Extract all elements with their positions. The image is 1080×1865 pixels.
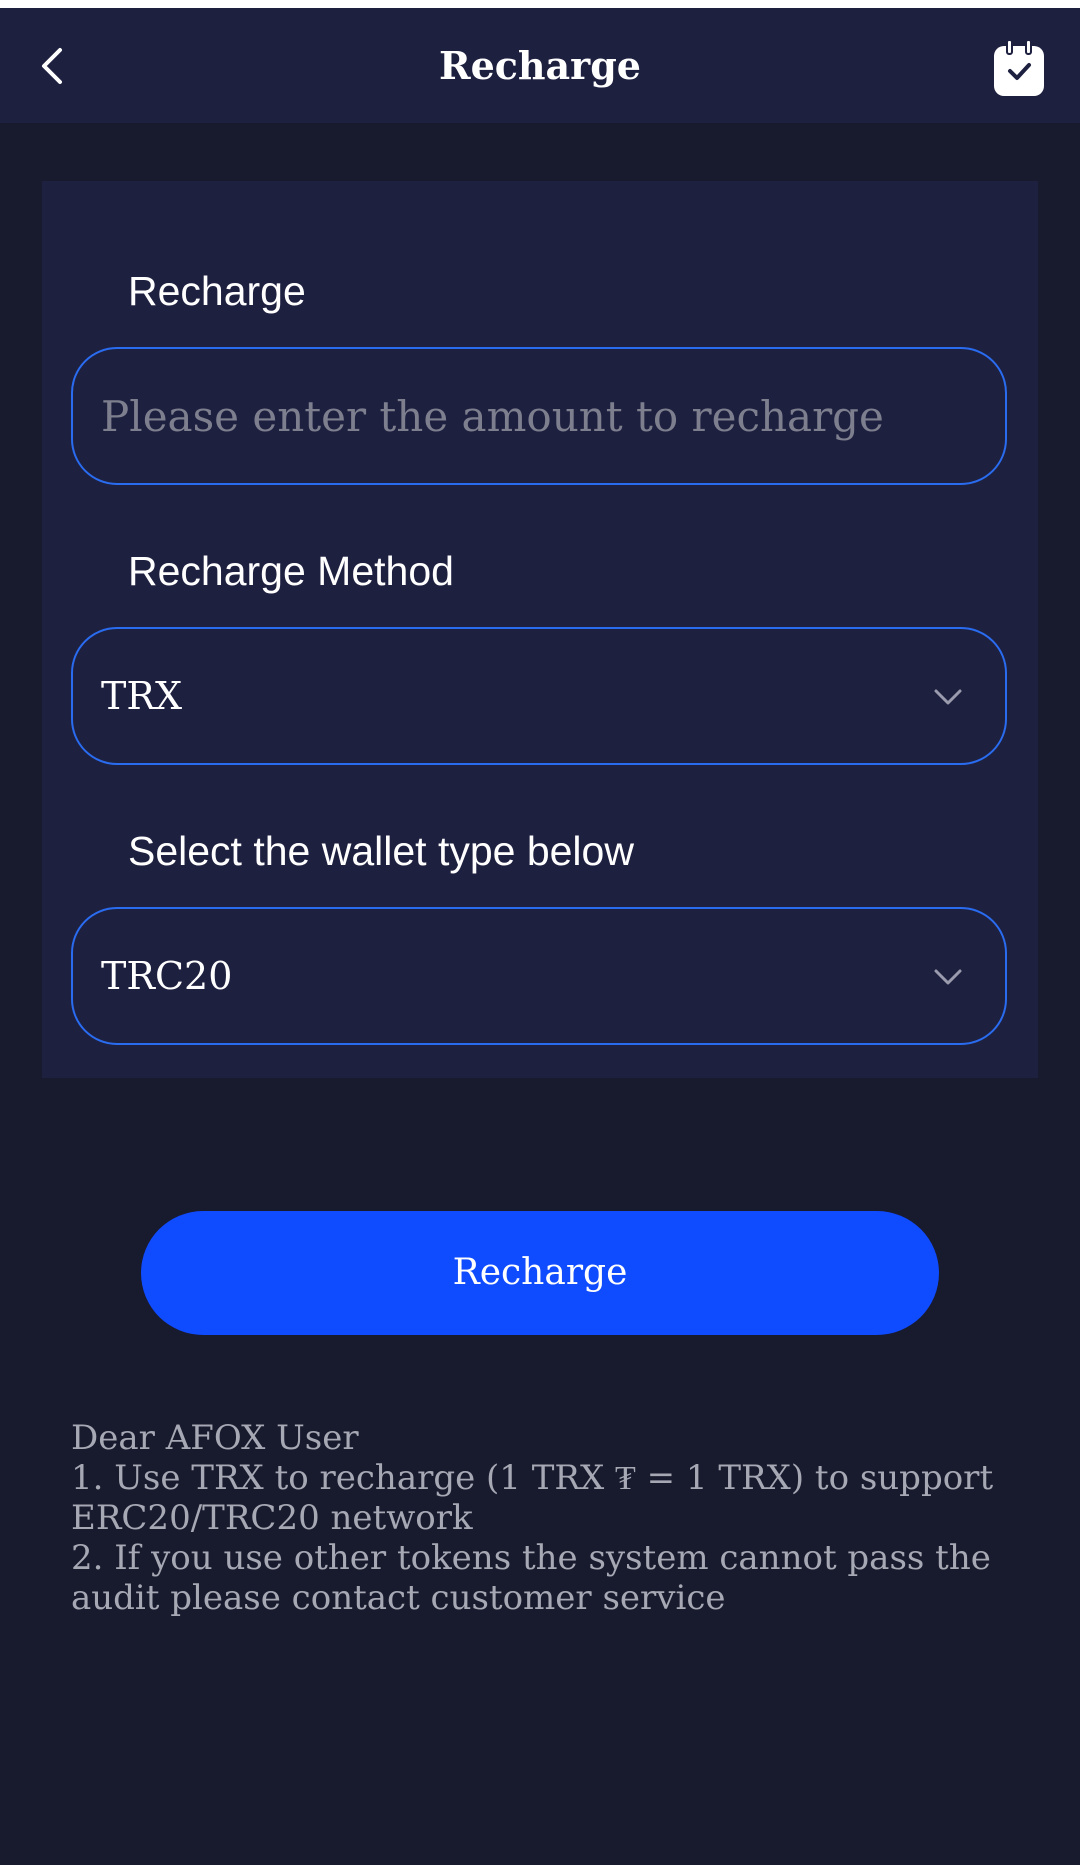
amount-field[interactable]	[71, 347, 1007, 485]
recharge-notice: Dear AFOX User 1. Use TRX to recharge (1…	[71, 1418, 1021, 1618]
notice-line-1: 1. Use TRX to recharge (1 TRX ₮ = 1 TRX)…	[71, 1458, 994, 1538]
back-button[interactable]	[30, 38, 74, 94]
calendar-check-icon	[994, 39, 1044, 96]
wallet-type-label: Select the wallet type below	[128, 828, 634, 874]
page-title: Recharge	[439, 43, 641, 88]
app-header: Recharge	[0, 8, 1080, 123]
recharge-button[interactable]: Recharge	[141, 1211, 939, 1335]
method-select[interactable]: TRX	[71, 627, 1007, 765]
amount-input[interactable]	[101, 349, 971, 483]
recharge-form-card: Recharge Recharge Method TRX Select the …	[42, 181, 1038, 1078]
wallet-type-selected-value: TRC20	[101, 954, 233, 998]
method-label: Recharge Method	[128, 548, 454, 594]
notice-greeting: Dear AFOX User	[71, 1418, 359, 1458]
chevron-down-icon	[934, 689, 962, 705]
method-selected-value: TRX	[101, 674, 183, 718]
calendar-button[interactable]	[993, 38, 1045, 98]
status-bar	[0, 0, 1080, 8]
notice-line-2: 2. If you use other tokens the system ca…	[71, 1538, 991, 1618]
wallet-type-select[interactable]: TRC20	[71, 907, 1007, 1045]
amount-label: Recharge	[128, 268, 306, 314]
chevron-left-icon	[42, 48, 62, 84]
chevron-down-icon	[934, 969, 962, 985]
